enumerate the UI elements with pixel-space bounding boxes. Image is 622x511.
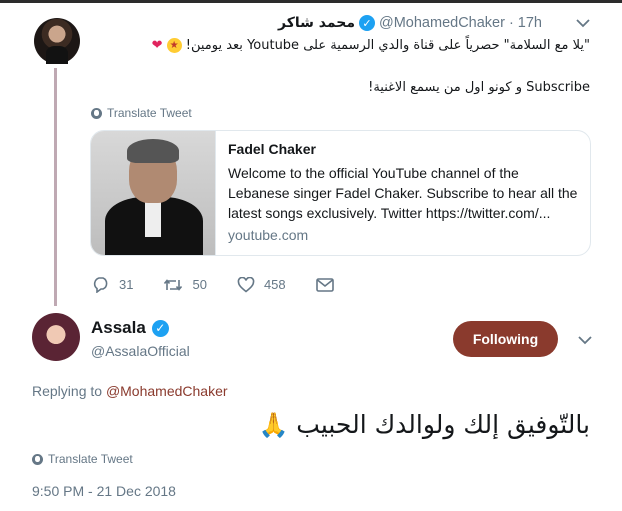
replying-to-link[interactable]: @MohamedChaker — [106, 383, 228, 399]
reply-count: 31 — [119, 277, 134, 292]
tweet-text: بالتّوفيق إلك ولوالدك الحبيب — [296, 410, 590, 439]
author-name-row: Assala ✓ — [91, 318, 169, 338]
verified-icon: ✓ — [359, 15, 375, 31]
thread-connector — [54, 68, 57, 306]
retweet-count: 50 — [192, 277, 207, 292]
tweet-text-line1: "يلا مع السلامة" حصرياً على قناة والدي ا… — [152, 38, 590, 53]
translate-label: Translate Tweet — [48, 452, 133, 466]
author-name[interactable]: Assala — [91, 318, 146, 338]
card-domain: youtube.com — [228, 227, 309, 243]
like-button[interactable]: 458 — [237, 276, 286, 293]
author-name[interactable]: محمد شاكر — [278, 15, 355, 31]
globe-icon — [32, 453, 43, 465]
globe-icon — [91, 107, 102, 119]
parent-tweet-header: محمد شاكر ✓ @MohamedChaker · 17h — [278, 15, 542, 31]
reply-button[interactable]: 31 — [92, 276, 133, 293]
direct-message-button[interactable] — [315, 277, 334, 292]
tweet-text: "يلا مع السلامة" حصرياً على قناة والدي ا… — [185, 38, 590, 53]
translate-label: Translate Tweet — [107, 106, 192, 120]
replying-prefix: Replying to — [32, 383, 103, 399]
star-struck-icon: ★ — [166, 38, 182, 53]
following-button[interactable]: Following — [453, 321, 558, 357]
card-thumbnail — [91, 131, 216, 255]
translate-tweet-link[interactable]: Translate Tweet — [91, 106, 192, 120]
chevron-down-icon[interactable] — [576, 18, 590, 28]
author-handle[interactable]: @MohamedChaker — [379, 15, 505, 31]
tweet-text-row: بالتّوفيق إلك ولوالدك الحبيب 🙏 — [258, 410, 590, 439]
chevron-down-icon[interactable] — [578, 335, 592, 345]
tweet-time[interactable]: 17h — [518, 15, 542, 31]
card-description: Welcome to the official YouTube channel … — [228, 165, 578, 221]
like-icon — [237, 276, 255, 293]
avatar[interactable] — [34, 18, 80, 64]
verified-icon: ✓ — [151, 319, 169, 337]
translate-tweet-link[interactable]: Translate Tweet — [32, 452, 133, 466]
like-count: 458 — [263, 277, 286, 292]
reply-icon — [93, 277, 108, 293]
tweet-text-line2: Subscribe و كونو اول من يسمع الاغنية! — [368, 80, 590, 95]
link-card[interactable]: Fadel Chaker Welcome to the official You… — [90, 130, 591, 256]
card-content: Fadel Chaker Welcome to the official You… — [216, 131, 590, 255]
card-title: Fadel Chaker — [228, 141, 316, 157]
avatar[interactable] — [32, 313, 80, 361]
tweet-actions: 31 50 458 — [92, 276, 364, 293]
retweet-icon — [164, 278, 183, 291]
author-handle[interactable]: @AssalaOfficial — [91, 343, 190, 359]
dot-separator: · — [508, 15, 514, 31]
replying-to: Replying to @MohamedChaker — [32, 383, 228, 399]
top-border — [0, 0, 622, 3]
retweet-button[interactable]: 50 — [163, 277, 207, 293]
heart-icon: ❤ — [151, 38, 163, 53]
folded-hands-icon: 🙏 — [258, 411, 289, 439]
tweet-timestamp[interactable]: 9:50 PM - 21 Dec 2018 — [32, 483, 176, 499]
message-icon — [315, 277, 334, 292]
